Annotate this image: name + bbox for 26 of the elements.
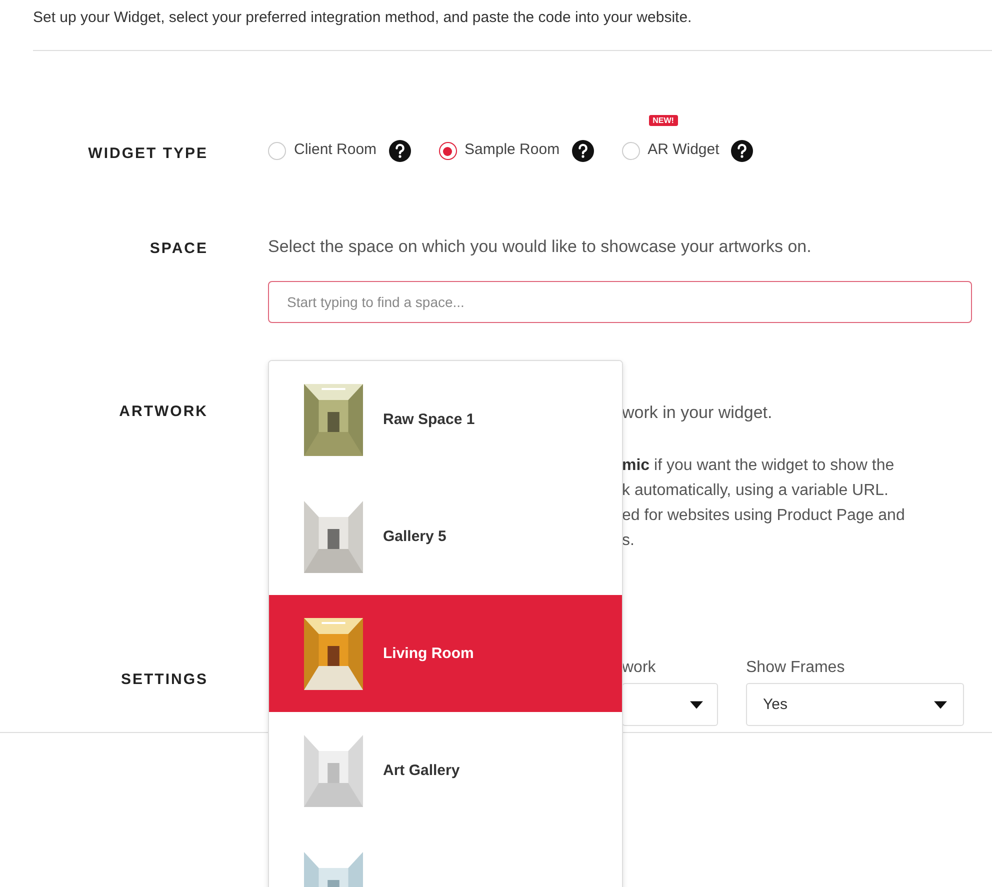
artwork-description: work in your widget. [622,403,774,423]
artwork-note: mic if you want the widget to show the k automatically, using a variable URL. ed for websites using Product Page and s. [622,456,906,551]
dropdown-item[interactable]: Living Room [269,595,622,712]
section-label: SETTINGS [120,671,208,688]
intro-text: Set up your Widget, select your preferred integration method, and paste the code into your website. [33,8,693,28]
field-label: work [622,659,657,677]
dropdown-item[interactable]: Gallery 5 [269,478,622,595]
field-label: Show Frames [746,659,846,677]
radio-button[interactable] [438,142,457,160]
search-field[interactable]: Start typing to find a space... [268,281,972,323]
caret-icon [690,700,703,708]
help-icon[interactable] [731,140,754,162]
option-label[interactable]: Client Room [294,140,377,158]
section-label: ARTWORK [119,403,208,420]
option-label[interactable]: AR Widget [648,140,720,158]
help-icon[interactable] [572,140,594,162]
section-label: WIDGET TYPE [88,144,208,162]
new-badge: NEW! [648,115,678,126]
caret-icon [934,700,947,708]
section-label: SPACE [150,240,208,257]
select-field[interactable]: Yes [746,683,964,726]
option-label[interactable]: Sample Room [464,140,560,158]
help-icon[interactable] [388,140,411,162]
space-description: Select the space on which you would like to showcase your artworks on. [268,237,812,257]
dropdown-item[interactable]: Raw Space 1 [269,361,622,478]
dropdown-item[interactable]: Art Gallery [269,712,622,829]
